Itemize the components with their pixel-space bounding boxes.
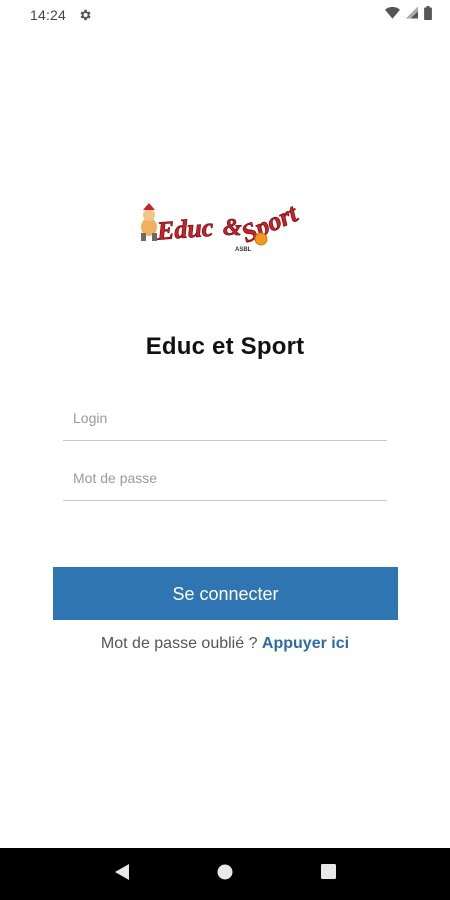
home-circle-icon xyxy=(217,864,233,885)
back-button[interactable] xyxy=(102,854,142,894)
status-bar: 14:24 xyxy=(0,0,450,30)
login-screen: 14:24 Educ & Sport ASBL Educ et Sport Lo… xyxy=(0,0,450,900)
recents-button[interactable] xyxy=(308,854,348,894)
back-triangle-icon xyxy=(114,863,130,886)
status-time: 14:24 xyxy=(30,7,67,23)
page-title: Educ et Sport xyxy=(145,333,305,360)
password-input[interactable] xyxy=(63,455,387,501)
home-button[interactable] xyxy=(205,854,245,894)
forgot-password-text: Mot de passe oublié ? xyxy=(100,635,258,652)
logo-word-educ: Educ xyxy=(155,213,215,246)
system-nav-bar xyxy=(0,848,450,900)
status-icons xyxy=(385,5,432,25)
logo-word-sport: Sport xyxy=(237,198,302,248)
wifi-icon xyxy=(385,6,400,24)
app-logo: Educ & Sport ASBL xyxy=(135,175,315,255)
forgot-password-link[interactable]: Appuyer ici xyxy=(262,635,349,652)
login-input[interactable] xyxy=(63,395,387,441)
logo-tag: ASBL xyxy=(235,247,252,253)
recents-square-icon xyxy=(320,864,336,884)
cell-signal-icon xyxy=(406,6,418,24)
gear-icon xyxy=(78,8,92,22)
forgot-password-row: Mot de passe oublié ? Appuyer ici xyxy=(0,635,450,653)
mascot-icon xyxy=(141,203,157,241)
battery-icon xyxy=(424,5,432,25)
ball-icon xyxy=(254,232,268,246)
connect-button[interactable]: Se connecter xyxy=(53,567,398,620)
